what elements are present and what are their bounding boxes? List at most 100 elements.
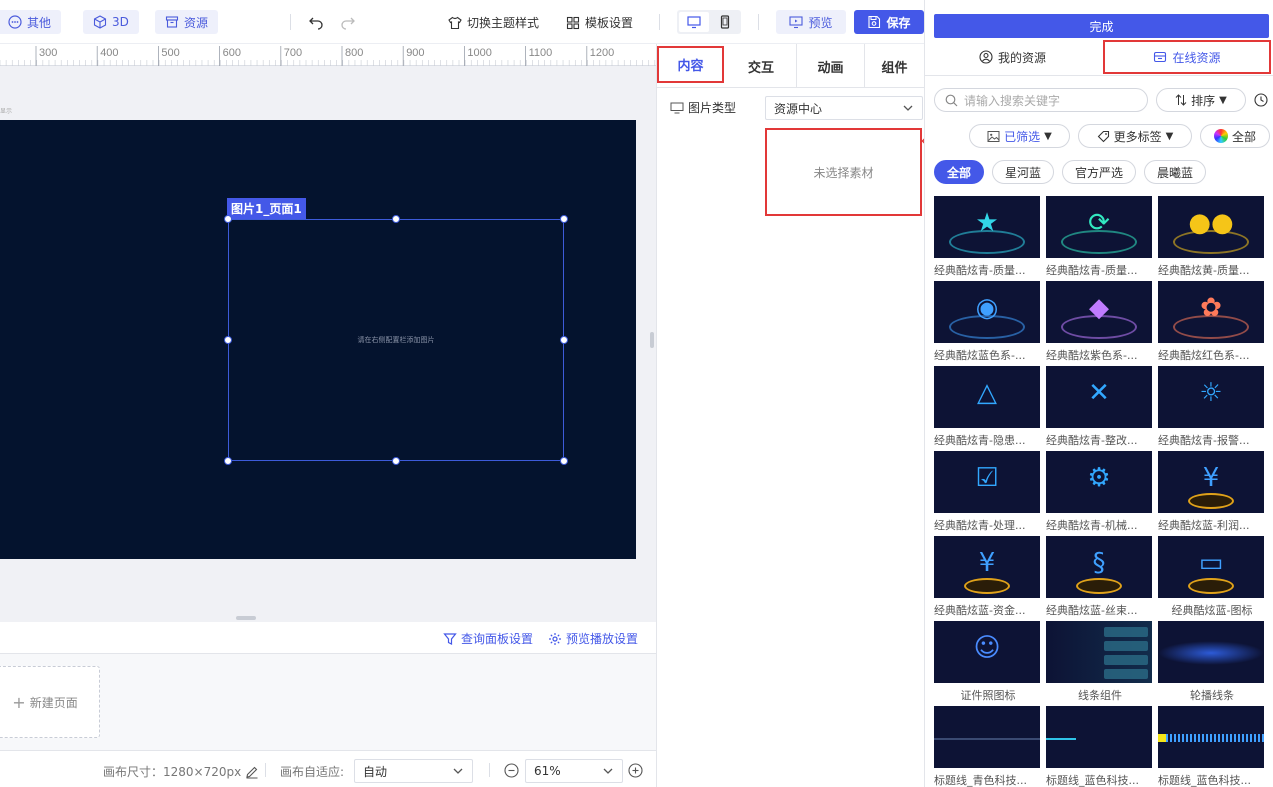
tab-my-resources[interactable]: 我的资源 xyxy=(935,40,1090,74)
cube-icon xyxy=(93,15,107,29)
switch-theme-button[interactable]: 切换主题样式 xyxy=(448,14,539,31)
asset-thumbnail[interactable]: § xyxy=(1046,536,1152,598)
resources-button[interactable]: 资源 xyxy=(155,10,219,34)
asset-label: 经典酷炫红色系-... xyxy=(1158,349,1250,362)
asset-thumbnail[interactable]: ☼ xyxy=(1158,366,1264,428)
selected-component-label: 图片1_页面1 xyxy=(227,198,306,219)
asset-label: 经典酷炫青-机械... xyxy=(1046,519,1138,532)
search-input[interactable]: 请输入搜索关键字 xyxy=(934,88,1148,112)
tab-online-resources[interactable]: 在线资源 xyxy=(1103,40,1271,74)
asset-thumbnail[interactable]: ✕ xyxy=(1046,366,1152,428)
asset-thumbnail[interactable]: ⚙ xyxy=(1046,451,1152,513)
3d-button[interactable]: 3D xyxy=(83,10,139,34)
image-placeholder-hint: 请在右侧配置栏添加图片 xyxy=(357,336,435,344)
new-page-button[interactable]: + 新建页面 xyxy=(0,666,100,738)
asset-thumbnail[interactable]: ¥ xyxy=(1158,451,1264,513)
search-icon xyxy=(945,94,958,106)
asset-graphic-icon: ●● xyxy=(1188,208,1234,238)
asset-thumbnail[interactable]: ¥ xyxy=(934,536,1040,598)
filtered-button[interactable]: 已筛选 ▼ xyxy=(969,124,1070,148)
done-button[interactable]: 完成 xyxy=(934,14,1269,38)
asset-thumbnail[interactable] xyxy=(1046,621,1152,683)
desktop-view-button[interactable] xyxy=(679,12,709,32)
canvas-adapt-label: 画布自适应: xyxy=(280,765,345,779)
category-chip[interactable]: 星河蓝 xyxy=(992,160,1054,184)
tab-components[interactable]: 组件 xyxy=(864,44,924,88)
resources-label: 资源 xyxy=(184,15,209,30)
resize-handle-tr[interactable] xyxy=(560,215,568,223)
category-chip[interactable]: 全部 xyxy=(934,160,984,184)
image-type-value: 资源中心 xyxy=(774,101,823,116)
category-chip[interactable]: 晨曦蓝 xyxy=(1144,160,1206,184)
tab-content[interactable]: 内容 xyxy=(657,46,724,83)
tab-online-resources-label: 在线资源 xyxy=(1172,50,1221,65)
save-button[interactable]: 保存 xyxy=(854,10,924,34)
redo-icon[interactable] xyxy=(340,14,356,30)
asset-thumbnail[interactable]: ●● xyxy=(1158,196,1264,258)
more-tags-button[interactable]: 更多标签 ▼ xyxy=(1078,124,1192,148)
asset-thumbnail[interactable]: ★ xyxy=(934,196,1040,258)
zoom-in-icon[interactable] xyxy=(628,763,643,778)
template-settings-button[interactable]: 模板设置 xyxy=(566,14,633,31)
resize-handle-bl[interactable] xyxy=(224,457,232,465)
divider xyxy=(489,763,490,777)
horizontal-ruler: 300 400 500 600 700 800 900 1000 1100 1200 xyxy=(0,44,656,66)
other-label: 其他 xyxy=(27,15,52,30)
undo-icon[interactable] xyxy=(308,14,324,30)
other-button[interactable]: 其他 xyxy=(0,10,62,34)
asset-thumbnail[interactable] xyxy=(1158,621,1264,683)
asset-thumbnail[interactable]: ◆ xyxy=(1046,281,1152,343)
resize-handle-br[interactable] xyxy=(560,457,568,465)
zoom-out-icon[interactable] xyxy=(504,763,519,778)
asset-thumbnail[interactable] xyxy=(1046,706,1152,768)
asset-thumbnail[interactable]: ⟳ xyxy=(1046,196,1152,258)
mobile-view-button[interactable] xyxy=(711,12,739,32)
canvas-adapt-select[interactable]: 自动 xyxy=(354,759,473,783)
asset-thumbnail[interactable]: ☑ xyxy=(934,451,1040,513)
tab-my-resources-label: 我的资源 xyxy=(997,50,1046,65)
asset-graphic-icon: ◆ xyxy=(1089,293,1109,323)
asset-thumbnail[interactable] xyxy=(934,706,1040,768)
edit-pencil-icon[interactable] xyxy=(245,765,259,779)
asset-label: 证件照图标 xyxy=(960,689,1016,702)
zoom-select[interactable]: 61% xyxy=(525,759,623,783)
asset-label: 经典酷炫黄-质量... xyxy=(1158,264,1250,277)
preview-button[interactable]: 预览 xyxy=(776,10,846,34)
asset-label: 经典酷炫青-质量... xyxy=(1046,264,1138,277)
selected-material-box[interactable]: 未选择素材 xyxy=(765,128,922,216)
history-clock-icon[interactable] xyxy=(1254,93,1268,107)
asset-label: 经典酷炫蓝-利润... xyxy=(1158,519,1250,532)
side-resize-grip[interactable] xyxy=(650,332,654,348)
resize-handle-t[interactable] xyxy=(392,215,400,223)
save-label: 保存 xyxy=(886,15,911,30)
asset-thumbnail[interactable]: ☺ xyxy=(934,621,1040,683)
sort-icon xyxy=(1175,94,1187,106)
asset-thumbnail[interactable]: △ xyxy=(934,366,1040,428)
preview-play-settings-link[interactable]: 预览播放设置 xyxy=(548,630,638,647)
image-type-select[interactable]: 资源中心 xyxy=(765,96,923,120)
new-page-label: 新建页面 xyxy=(29,695,78,710)
sort-label: 排序 xyxy=(1191,93,1216,108)
query-panel-settings-link[interactable]: 查询面板设置 xyxy=(443,630,533,647)
asset-thumbnail[interactable]: ✿ xyxy=(1158,281,1264,343)
canvas-size-info: 画布尺寸： 1280×720px xyxy=(103,763,259,780)
divider xyxy=(265,763,266,777)
asset-thumbnail[interactable]: ◉ xyxy=(934,281,1040,343)
category-chip[interactable]: 官方严选 xyxy=(1062,160,1136,184)
resize-handle-b[interactable] xyxy=(392,457,400,465)
panel-resize-grip[interactable] xyxy=(236,616,256,620)
asset-graphic-icon: ◉ xyxy=(975,293,999,323)
chevron-down-icon xyxy=(903,105,913,111)
asset-thumbnail[interactable]: ▭ xyxy=(1158,536,1264,598)
asset-label: 经典酷炫青-隐患... xyxy=(934,434,1026,447)
asset-graphic-icon: ☑ xyxy=(975,463,999,493)
tab-interaction[interactable]: 交互 xyxy=(728,44,794,88)
tab-animation[interactable]: 动画 xyxy=(796,44,864,88)
divider xyxy=(290,14,291,30)
sort-button[interactable]: 排序 ▼ xyxy=(1156,88,1246,112)
resize-handle-tl[interactable] xyxy=(224,215,232,223)
asset-thumbnail[interactable] xyxy=(1158,706,1264,768)
asset-graphic-icon: △ xyxy=(977,378,997,408)
color-filter-button[interactable]: 全部 xyxy=(1200,124,1270,148)
tag-icon xyxy=(1097,130,1109,142)
